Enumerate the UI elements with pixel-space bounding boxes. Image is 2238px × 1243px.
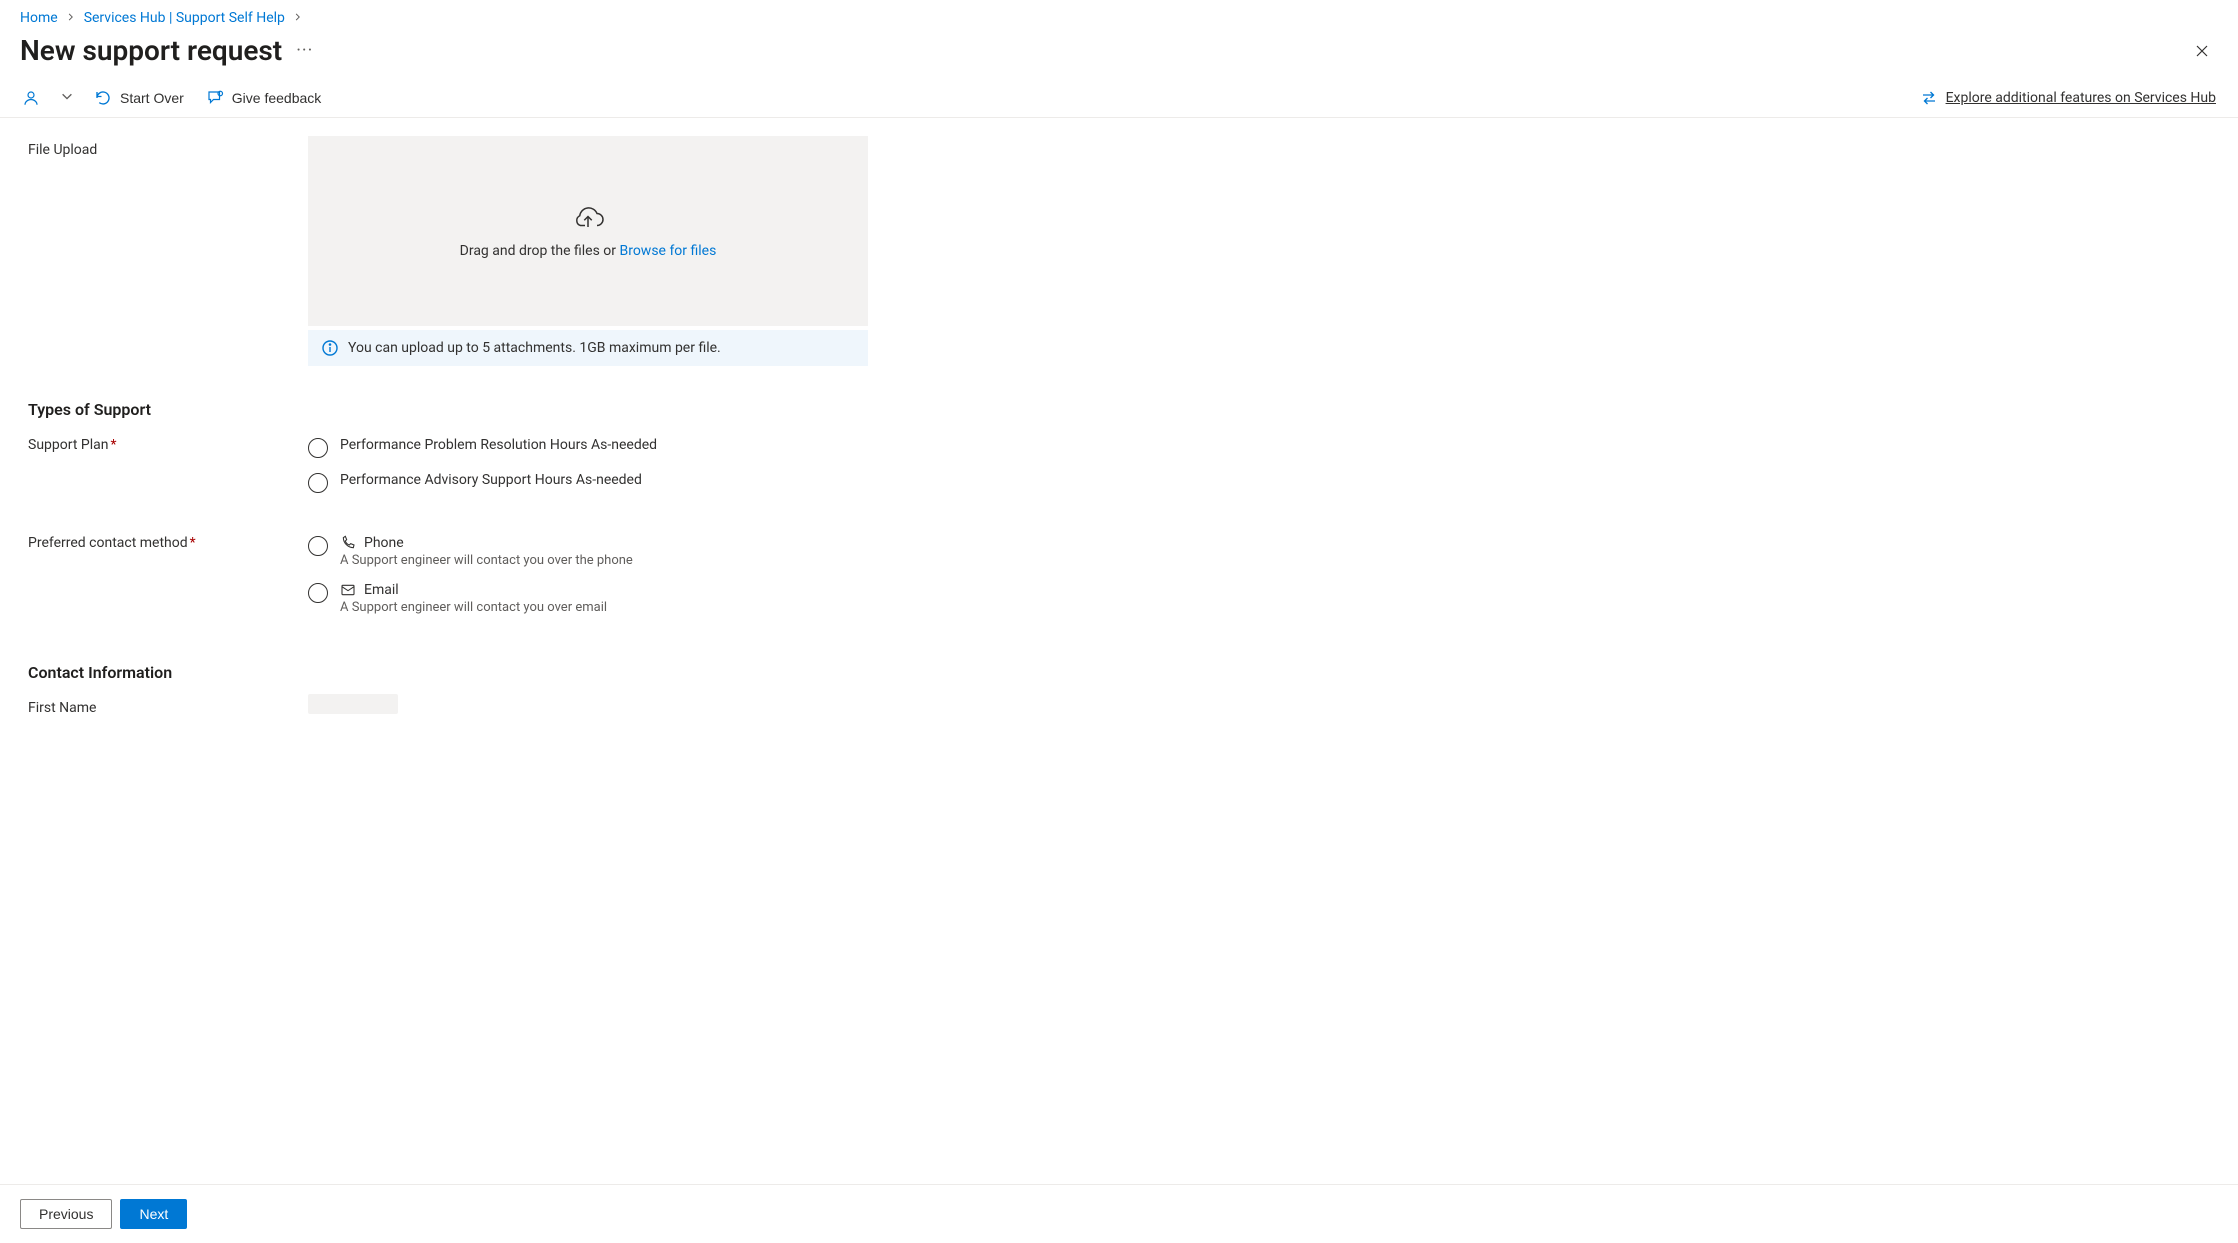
- phone-icon: [340, 535, 356, 551]
- chevron-right-icon: [293, 10, 303, 26]
- contact-option-phone[interactable]: Phone A Support engineer will contact yo…: [308, 535, 868, 568]
- support-plan-option-1[interactable]: Performance Problem Resolution Hours As-…: [308, 437, 868, 458]
- dropzone-text: Drag and drop the files or: [460, 243, 620, 259]
- previous-button[interactable]: Previous: [20, 1199, 112, 1229]
- main-content[interactable]: File Upload Drag and drop the files or B…: [0, 118, 2238, 1184]
- close-button[interactable]: [2186, 35, 2218, 67]
- give-feedback-label: Give feedback: [232, 90, 322, 106]
- start-over-label: Start Over: [120, 90, 184, 106]
- explore-features-label: Explore additional features on Services …: [1946, 90, 2216, 106]
- start-over-button[interactable]: Start Over: [92, 85, 186, 111]
- breadcrumb: Home Services Hub | Support Self Help: [0, 0, 2238, 30]
- chevron-right-icon: [66, 10, 76, 26]
- file-dropzone[interactable]: Drag and drop the files or Browse for fi…: [308, 136, 868, 326]
- title-row: New support request ···: [0, 30, 2238, 79]
- contact-option-email-label: Email: [364, 582, 399, 598]
- radio-icon[interactable]: [308, 583, 328, 603]
- support-plan-option-2[interactable]: Performance Advisory Support Hours As-ne…: [308, 472, 868, 493]
- contact-option-phone-desc: A Support engineer will contact you over…: [340, 553, 633, 568]
- mail-icon: [340, 582, 356, 598]
- next-button[interactable]: Next: [120, 1199, 187, 1229]
- contact-information-heading: Contact Information: [28, 663, 868, 682]
- support-plan-option-2-label: Performance Advisory Support Hours As-ne…: [340, 472, 642, 488]
- toolbar: Start Over Give feedback Explore additio…: [0, 79, 2238, 118]
- person-icon: [22, 89, 40, 107]
- file-upload-label: File Upload: [28, 136, 298, 158]
- browse-files-link[interactable]: Browse for files: [619, 243, 716, 259]
- support-plan-label: Support Plan*: [28, 431, 298, 453]
- contact-option-email[interactable]: Email A Support engineer will contact yo…: [308, 582, 868, 615]
- first-name-label: First Name: [28, 694, 298, 716]
- types-of-support-heading: Types of Support: [28, 400, 868, 419]
- more-actions-icon[interactable]: ···: [296, 42, 313, 60]
- page-title: New support request: [20, 34, 282, 67]
- breadcrumb-services-hub[interactable]: Services Hub | Support Self Help: [84, 10, 285, 26]
- support-plan-option-1-label: Performance Problem Resolution Hours As-…: [340, 437, 657, 453]
- breadcrumb-home[interactable]: Home: [20, 10, 58, 26]
- feedback-icon: [206, 89, 224, 107]
- contact-option-email-desc: A Support engineer will contact you over…: [340, 600, 607, 615]
- user-menu-button[interactable]: [20, 85, 42, 111]
- radio-icon[interactable]: [308, 473, 328, 493]
- radio-icon[interactable]: [308, 536, 328, 556]
- give-feedback-button[interactable]: Give feedback: [204, 85, 324, 111]
- cloud-upload-icon: [570, 203, 606, 233]
- explore-features-link[interactable]: Explore additional features on Services …: [1918, 85, 2218, 111]
- first-name-value: [308, 694, 398, 714]
- contact-option-phone-label: Phone: [364, 535, 404, 551]
- upload-info-bar: You can upload up to 5 attachments. 1GB …: [308, 330, 868, 366]
- close-icon: [2194, 43, 2210, 59]
- info-icon: [322, 340, 338, 356]
- swap-icon: [1920, 89, 1938, 107]
- bottom-bar: Previous Next: [0, 1184, 2238, 1243]
- chevron-down-icon[interactable]: [60, 89, 74, 107]
- preferred-contact-label: Preferred contact method*: [28, 529, 298, 551]
- radio-icon[interactable]: [308, 438, 328, 458]
- upload-info-text: You can upload up to 5 attachments. 1GB …: [348, 340, 721, 356]
- refresh-icon: [94, 89, 112, 107]
